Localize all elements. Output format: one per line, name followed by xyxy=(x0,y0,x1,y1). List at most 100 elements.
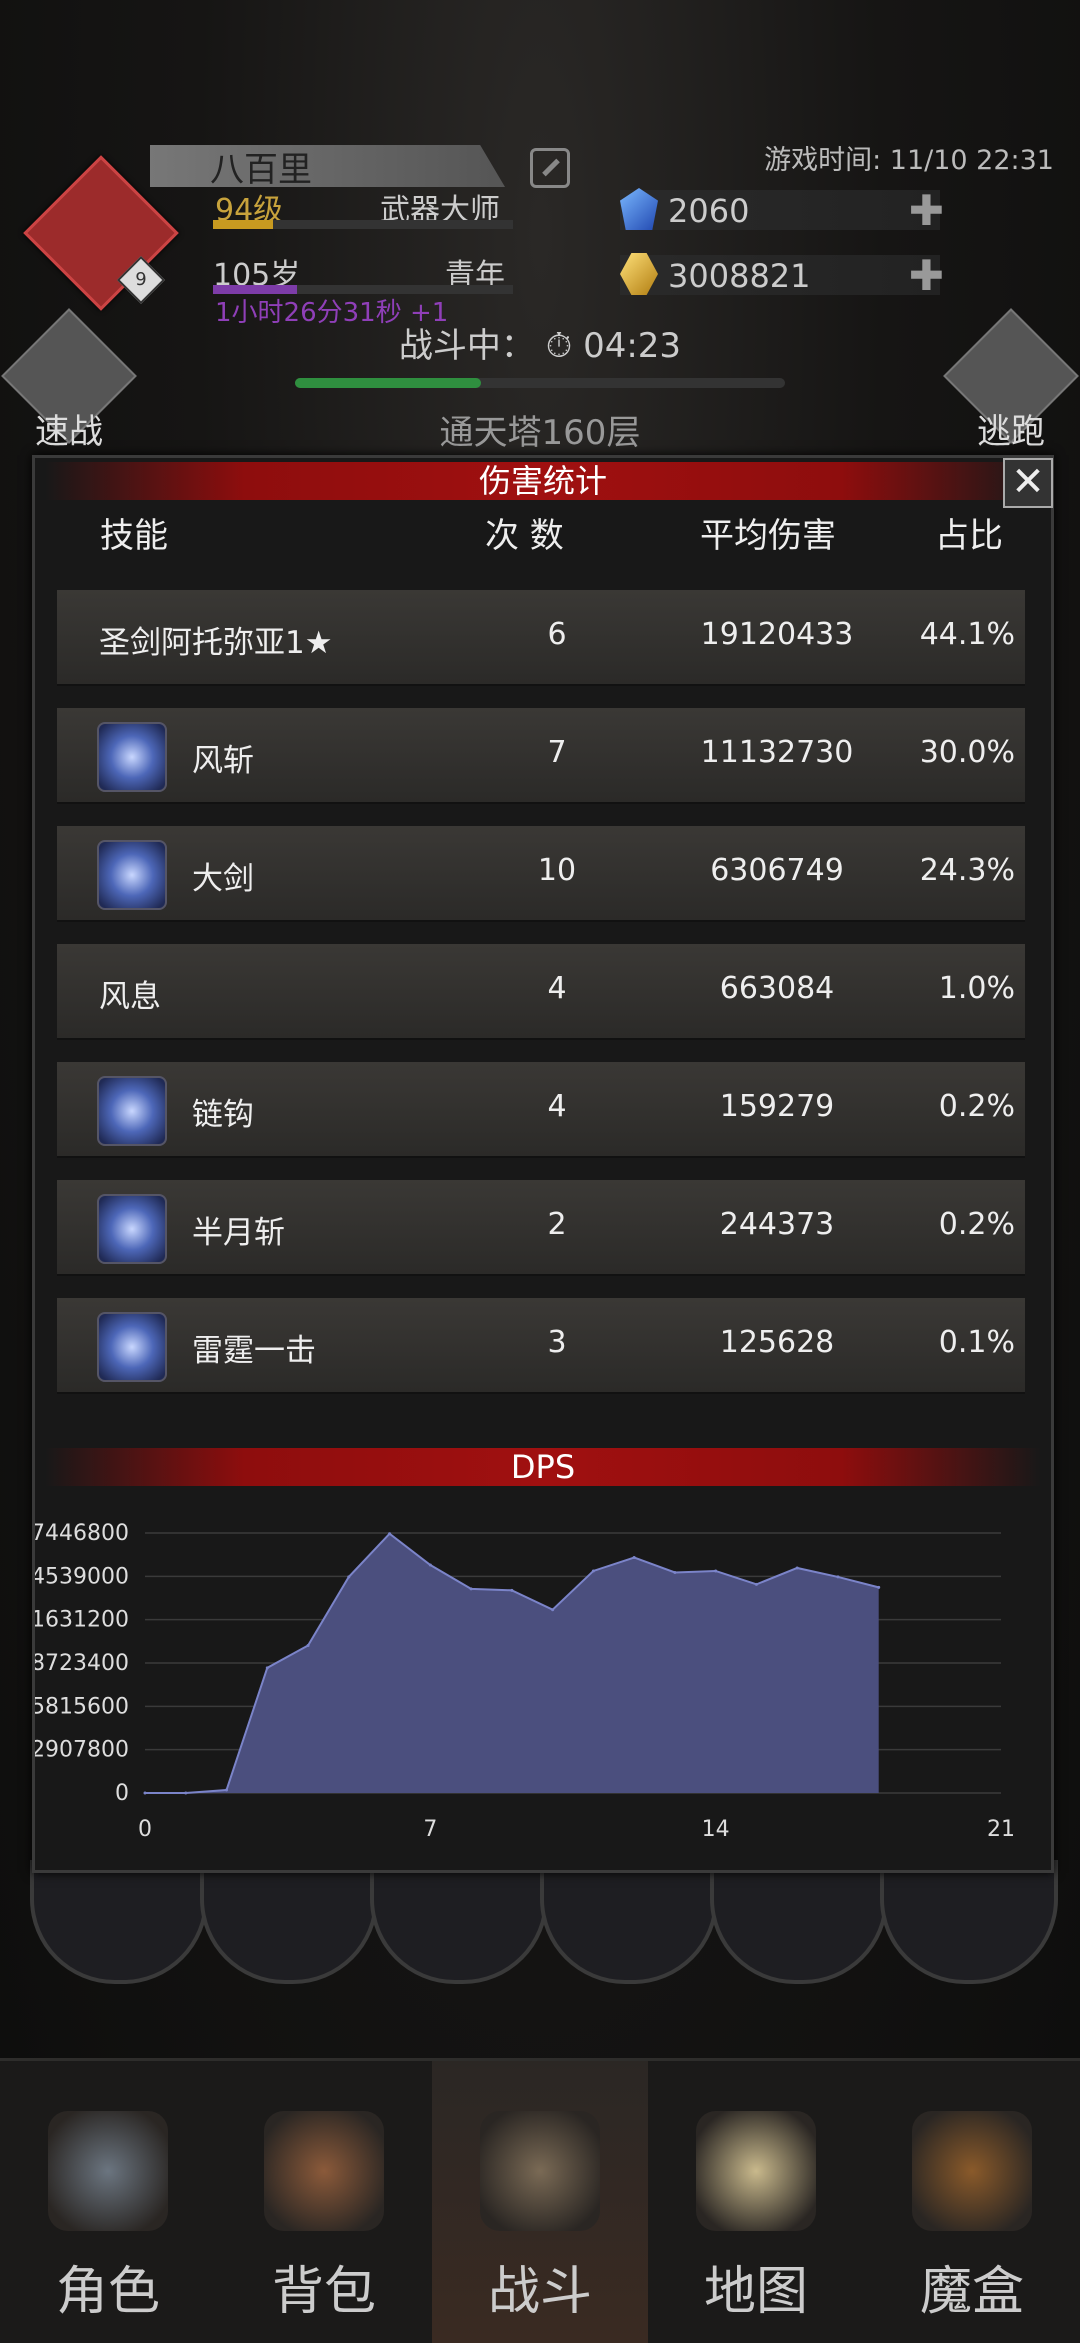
character-name: 八百里 xyxy=(210,150,312,190)
dps-point xyxy=(795,1566,799,1570)
damage-row: 链钩 4 159279 0.2% xyxy=(57,1062,1025,1158)
y-tick-label: 14539000 xyxy=(35,1564,129,1589)
hit-count: 4 xyxy=(547,1089,567,1124)
skill-name: 大剑 xyxy=(192,861,254,897)
damage-share: 0.2% xyxy=(938,1089,1015,1124)
column-count: 次 数 xyxy=(485,516,564,556)
damage-share: 30.0% xyxy=(919,735,1015,770)
greatsword-icon xyxy=(97,840,167,910)
dps-point xyxy=(428,1563,432,1567)
skill-slot[interactable] xyxy=(880,1860,1058,1984)
add-gems-button[interactable]: ✚ xyxy=(909,186,944,235)
average-damage: 159279 xyxy=(719,1089,835,1124)
average-damage: 6306749 xyxy=(710,853,844,888)
average-damage: 11132730 xyxy=(700,735,854,770)
battle-progress-fill xyxy=(295,378,482,388)
column-skill: 技能 xyxy=(100,516,168,556)
half-moon-slash-icon xyxy=(97,1194,167,1264)
nav-item-1[interactable]: 背包 xyxy=(216,2061,432,2343)
skill-name: 风息 xyxy=(99,979,161,1015)
gold-counter: 3008821 ✚ xyxy=(620,251,944,300)
skill-name: 雷霆一击 xyxy=(192,1333,316,1369)
average-damage: 19120433 xyxy=(700,617,854,652)
sword-shield-icon xyxy=(480,2111,600,2231)
hit-count: 4 xyxy=(547,971,567,1006)
dps-point xyxy=(143,1791,147,1795)
skill-slots xyxy=(0,1860,1080,1984)
damage-share: 1.0% xyxy=(938,971,1015,1006)
dps-point xyxy=(632,1556,636,1560)
damage-share: 24.3% xyxy=(919,853,1015,888)
magic-box-icon xyxy=(912,2111,1032,2231)
skill-name: 半月斩 xyxy=(192,1215,285,1251)
nav-label: 地图 xyxy=(703,2262,808,2322)
dps-title: DPS xyxy=(45,1448,1041,1486)
bottom-nav: 角色 背包 战斗 地图 魔盒 xyxy=(0,2058,1080,2343)
name-bar xyxy=(150,145,505,187)
gold-coin-icon xyxy=(620,253,658,295)
average-damage: 663084 xyxy=(719,971,835,1006)
battle-time: 04:23 xyxy=(583,326,682,366)
average-damage: 125628 xyxy=(719,1325,835,1360)
scroll-map-icon xyxy=(696,2111,816,2231)
edit-name-icon[interactable] xyxy=(530,148,570,188)
nav-item-0[interactable]: 角色 xyxy=(0,2061,216,2343)
dps-point xyxy=(877,1585,881,1589)
gem-counter: 2060 ✚ xyxy=(620,186,944,235)
dps-point xyxy=(673,1570,677,1574)
nav-item-3[interactable]: 地图 xyxy=(648,2061,864,2343)
x-tick-label: 21 xyxy=(987,1817,1015,1842)
dps-point xyxy=(469,1587,473,1591)
skill-slot[interactable] xyxy=(540,1860,718,1984)
hit-count: 10 xyxy=(537,853,577,888)
damage-row: 大剑 10 6306749 24.3% xyxy=(57,826,1025,922)
y-tick-label: 11631200 xyxy=(35,1608,129,1633)
dps-point xyxy=(265,1666,269,1670)
panel-title: 伤害统计 xyxy=(45,462,1041,500)
x-tick-label: 14 xyxy=(702,1817,730,1842)
dps-point xyxy=(510,1588,514,1592)
damage-row: 半月斩 2 244373 0.2% xyxy=(57,1180,1025,1276)
battle-progress-bar xyxy=(295,378,785,388)
tower-floor: 通天塔160层 xyxy=(439,413,641,453)
nav-item-2[interactable]: 战斗 xyxy=(432,2061,648,2343)
backpack-icon xyxy=(264,2111,384,2231)
dps-point xyxy=(754,1582,758,1586)
damage-row: 圣剑阿托弥亚1★ 6 19120433 44.1% xyxy=(57,590,1025,686)
skill-name: 风斩 xyxy=(192,743,254,779)
damage-stats-panel: 伤害统计 ✕ 技能 次 数 平均伤害 占比 圣剑阿托弥亚1★ 6 19120433 4… xyxy=(32,455,1054,1873)
gem-value: 2060 xyxy=(668,192,750,230)
skill-slot[interactable] xyxy=(200,1860,378,1984)
nav-label: 背包 xyxy=(271,2262,376,2322)
hit-count: 6 xyxy=(547,617,567,652)
dps-point xyxy=(306,1643,310,1647)
y-tick-label: 17446800 xyxy=(35,1521,129,1546)
column-average-damage: 平均伤害 xyxy=(700,516,836,556)
stopwatch-icon: ⏱ xyxy=(545,326,573,366)
thunder-strike-icon xyxy=(97,1312,167,1382)
dps-chart: 0 2907800 5815600 8723400 11631200 14539000 17… xyxy=(35,1521,1015,1842)
level-progress-bar xyxy=(213,220,513,229)
y-tick-label: 8723400 xyxy=(35,1651,129,1676)
skill-slot[interactable] xyxy=(30,1860,208,1984)
blue-gem-icon xyxy=(620,188,658,230)
y-tick-label: 5815600 xyxy=(35,1694,129,1719)
skill-slot[interactable] xyxy=(370,1860,548,1984)
badge-number: 9 xyxy=(135,269,147,290)
wind-slash-icon xyxy=(97,722,167,792)
hit-count: 3 xyxy=(547,1325,567,1360)
level-progress-fill xyxy=(213,220,273,229)
skill-name: 链钩 xyxy=(192,1097,254,1133)
damage-row: 风斩 7 11132730 30.0% xyxy=(57,708,1025,804)
damage-row: 风息 4 663084 1.0% xyxy=(57,944,1025,1040)
dps-point xyxy=(551,1608,555,1612)
close-button[interactable]: ✕ xyxy=(1003,458,1053,508)
nav-label: 战斗 xyxy=(487,2262,592,2322)
nav-item-4[interactable]: 魔盒 xyxy=(864,2061,1080,2343)
add-gold-button[interactable]: ✚ xyxy=(909,251,944,300)
skill-slot[interactable] xyxy=(710,1860,888,1984)
battle-status: 战斗中： ⏱ 04:23 xyxy=(0,318,1080,367)
dps-point xyxy=(347,1575,351,1579)
dps-point xyxy=(591,1569,595,1573)
y-tick-label: 0 xyxy=(115,1781,129,1806)
